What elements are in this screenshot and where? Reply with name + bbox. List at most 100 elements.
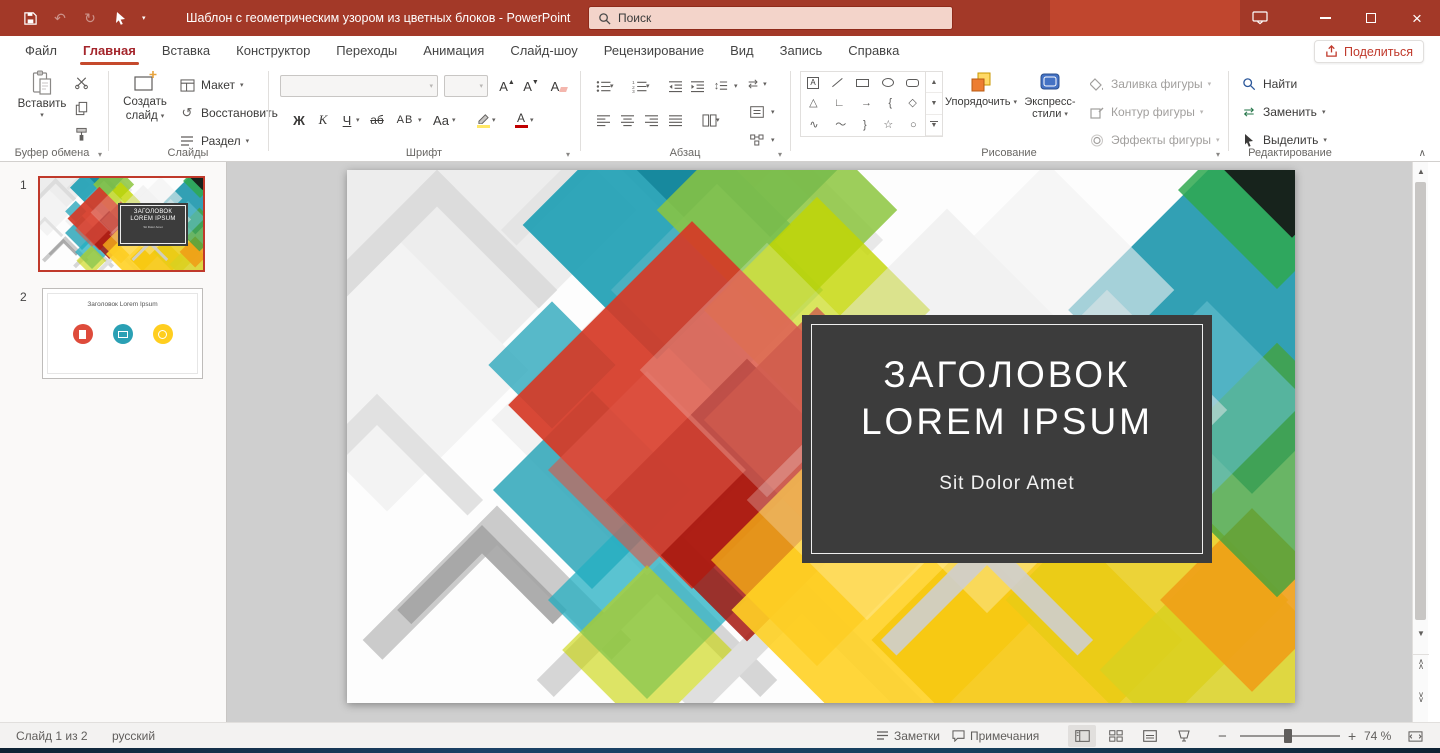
underline-chevron-icon[interactable]: ▾ xyxy=(356,117,360,124)
touch-mouse-mode-icon[interactable] xyxy=(112,10,128,26)
tab-insert[interactable]: Вставка xyxy=(149,36,223,65)
line-shape-icon[interactable] xyxy=(832,78,843,87)
scrollbar-thumb[interactable] xyxy=(1415,182,1426,620)
decrease-indent-button[interactable] xyxy=(664,75,686,97)
share-button[interactable]: Поделиться xyxy=(1314,40,1424,63)
gallery-more-icon[interactable]: ▼ xyxy=(926,115,942,136)
editing-canvas[interactable]: ЗАГОЛОВОК LOREM IPSUM Sit Dolor Amet xyxy=(227,162,1412,722)
undo-icon[interactable]: ↶ xyxy=(52,10,68,26)
search-box[interactable]: Поиск xyxy=(588,6,953,30)
bold-button[interactable]: Ж xyxy=(288,109,310,131)
rounded-rectangle-shape-icon[interactable] xyxy=(906,79,919,87)
save-icon[interactable] xyxy=(22,10,38,26)
numbering-chevron-icon[interactable]: ▾ xyxy=(646,83,650,90)
scribble-shape-icon[interactable]: 〜 xyxy=(835,120,846,131)
font-color-chevron-icon[interactable]: ▾ xyxy=(530,117,534,124)
grow-font-button[interactable]: А▲ xyxy=(496,75,518,97)
gallery-scroll-up-icon[interactable]: ▲ xyxy=(926,72,942,93)
text-direction-button[interactable]: ⇄ ▾ xyxy=(748,73,767,95)
underline-button[interactable]: Ч xyxy=(336,109,358,131)
arrange-button[interactable]: Упорядочить▾ xyxy=(948,70,1014,108)
reading-view-button[interactable] xyxy=(1136,725,1164,747)
paste-button[interactable]: Вставить ▾ xyxy=(14,70,70,119)
quick-styles-button[interactable]: Экспресс- стили▾ xyxy=(1018,70,1082,120)
rectangle-shape-icon[interactable] xyxy=(856,79,869,87)
tab-file[interactable]: Файл xyxy=(12,36,70,65)
line-spacing-chevron-icon[interactable]: ▾ xyxy=(734,83,738,90)
slide-1[interactable]: ЗАГОЛОВОК LOREM IPSUM Sit Dolor Amet xyxy=(347,170,1295,703)
italic-button[interactable]: К xyxy=(312,109,334,131)
change-case-chevron-icon[interactable]: ▾ xyxy=(452,117,456,124)
shapes-gallery[interactable]: А △ ∟ → { ◇ ∿ 〜 } ☆ ○ xyxy=(800,71,926,137)
close-button[interactable]: × xyxy=(1394,0,1440,36)
change-case-button[interactable]: Аа xyxy=(430,109,452,131)
increase-indent-button[interactable] xyxy=(686,75,708,97)
paragraph-dialog-launcher[interactable]: ▾ xyxy=(778,150,782,159)
drawing-dialog-launcher[interactable]: ▾ xyxy=(1216,150,1220,159)
comments-button[interactable]: Примечания xyxy=(952,723,1039,749)
scroll-down-button[interactable]: ▼ xyxy=(1413,624,1429,642)
oval-shape-icon[interactable] xyxy=(882,78,894,87)
new-slide-button[interactable]: Создать слайд▾ xyxy=(118,70,172,122)
minimize-button[interactable] xyxy=(1302,0,1348,36)
font-name-combo[interactable]: ▾ xyxy=(280,75,438,97)
next-slide-button[interactable]: ∨∨ xyxy=(1413,688,1429,706)
tab-record[interactable]: Запись xyxy=(767,36,836,65)
ribbon-display-options-button[interactable] xyxy=(1240,0,1280,36)
maximize-button[interactable] xyxy=(1348,0,1394,36)
font-dialog-launcher[interactable]: ▾ xyxy=(566,150,570,159)
slide1-thumbnail[interactable]: ЗАГОЛОВОКLOREM IPSUM Sit Dolor Amet xyxy=(38,176,205,272)
columns-chevron-icon[interactable]: ▾ xyxy=(716,117,720,124)
notes-button[interactable]: Заметки xyxy=(876,723,940,749)
zoom-in-button[interactable]: + xyxy=(1348,723,1356,749)
tab-review[interactable]: Рецензирование xyxy=(591,36,717,65)
gallery-scroll-down-icon[interactable]: ▼ xyxy=(926,93,942,114)
collapse-ribbon-icon[interactable]: ∧ xyxy=(1419,148,1426,159)
zoom-slider-thumb[interactable] xyxy=(1284,729,1292,743)
star-shape-icon[interactable]: ☆ xyxy=(883,120,893,131)
layout-button[interactable]: Макет ▾ xyxy=(178,74,243,96)
find-button[interactable]: Найти xyxy=(1240,73,1297,95)
tab-design[interactable]: Конструктор xyxy=(223,36,323,65)
replace-button[interactable]: ⇄ Заменить ▾ xyxy=(1240,101,1325,123)
justify-button[interactable] xyxy=(664,109,686,131)
shrink-font-button[interactable]: А▼ xyxy=(520,75,542,97)
account-area[interactable] xyxy=(1050,0,1240,36)
redo-icon[interactable]: ↻ xyxy=(82,10,98,26)
highlight-chevron-icon[interactable]: ▾ xyxy=(492,117,496,124)
normal-view-button[interactable] xyxy=(1068,725,1096,747)
bullets-chevron-icon[interactable]: ▾ xyxy=(610,83,614,90)
shape-outline-button[interactable]: Контур фигуры ▾ xyxy=(1088,101,1203,123)
clear-formatting-button[interactable]: А xyxy=(548,75,570,97)
circle-shape-icon[interactable]: ○ xyxy=(910,120,917,131)
curve-shape-icon[interactable]: ∿ xyxy=(809,120,818,131)
tab-transitions[interactable]: Переходы xyxy=(323,36,410,65)
scroll-up-button[interactable]: ▲ xyxy=(1413,162,1429,180)
text-highlight-button[interactable] xyxy=(472,109,494,131)
tab-view[interactable]: Вид xyxy=(717,36,767,65)
line-spacing-button[interactable]: ↕ xyxy=(710,75,732,97)
shape-fill-button[interactable]: Заливка фигуры ▾ xyxy=(1088,73,1211,95)
slide-title-box[interactable]: ЗАГОЛОВОК LOREM IPSUM Sit Dolor Amet xyxy=(802,315,1212,563)
tab-slideshow[interactable]: Слайд-шоу xyxy=(497,36,590,65)
align-left-button[interactable] xyxy=(592,109,614,131)
character-spacing-chevron-icon[interactable]: ▾ xyxy=(418,117,422,124)
slide-sorter-view-button[interactable] xyxy=(1102,725,1130,747)
left-brace-shape-icon[interactable]: } xyxy=(863,120,867,131)
slideshow-view-button[interactable] xyxy=(1170,725,1198,747)
bracket-shape-icon[interactable]: { xyxy=(888,98,892,109)
qat-dropdown-chevron-icon[interactable]: ▾ xyxy=(142,15,146,22)
zoom-level[interactable]: 74 % xyxy=(1364,723,1391,749)
arrow-shape-icon[interactable]: → xyxy=(861,98,872,109)
tab-help[interactable]: Справка xyxy=(835,36,912,65)
strikethrough-button[interactable]: аб xyxy=(366,109,388,131)
font-size-combo[interactable]: ▾ xyxy=(444,75,488,97)
elbow-connector-shape-icon[interactable]: ∟ xyxy=(834,98,845,109)
tab-animations[interactable]: Анимация xyxy=(410,36,497,65)
clipboard-dialog-launcher[interactable]: ▾ xyxy=(98,150,102,159)
character-spacing-button[interactable]: АВ xyxy=(394,109,416,131)
font-color-button[interactable]: А xyxy=(510,109,532,131)
slide2-thumbnail[interactable]: Заголовок Lorem Ipsum xyxy=(42,288,203,379)
fit-slide-to-window-button[interactable] xyxy=(1408,723,1423,749)
previous-slide-button[interactable]: ∧∧ xyxy=(1413,654,1429,672)
